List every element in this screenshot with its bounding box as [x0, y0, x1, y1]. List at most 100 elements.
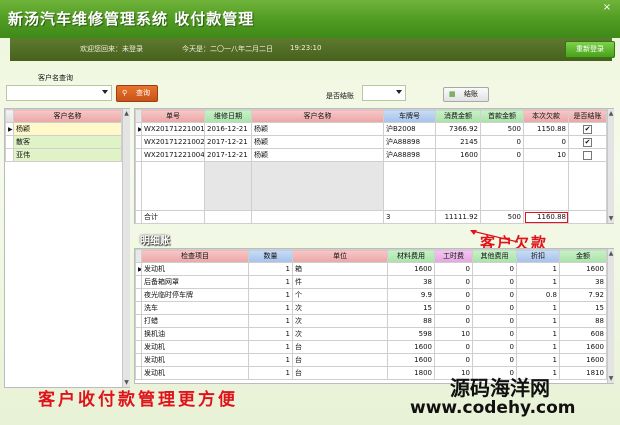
empty-cell [251, 161, 384, 211]
detail-cell: 1 [248, 275, 293, 289]
detail-cell: 0 [434, 262, 473, 276]
table-row[interactable]: WX20171221002 2017-12-21 杨颖 沪A88898 2145… [135, 135, 607, 149]
detail-cell: 1 [248, 327, 293, 341]
list-item[interactable]: 散客 [5, 135, 122, 149]
scroll-up-icon[interactable]: ▲ [123, 109, 130, 118]
detail-cell: 38 [387, 275, 435, 289]
row-gutter [5, 148, 14, 162]
col-header-qty[interactable]: 数量 [248, 249, 293, 263]
col-header-date[interactable]: 维修日期 [204, 109, 252, 123]
checkmark-icon: ✔ [583, 137, 592, 147]
order-plate: 沪B2008 [383, 122, 436, 136]
customer-select[interactable] [6, 85, 112, 101]
empty-cell [141, 161, 205, 211]
list-item[interactable]: ▶ 杨颖 [5, 122, 122, 136]
order-debt: 10 [523, 148, 569, 162]
table-row[interactable]: 夜光临时停车牌 1 个 9.9 0 0 0.8 7.92 [135, 288, 607, 302]
col-header-amount[interactable]: 消费金额 [435, 109, 481, 123]
details-scrollbar[interactable]: ▲ ▼ [607, 249, 614, 383]
table-row[interactable]: 换机油 1 次 598 10 0 1 608 [135, 327, 607, 341]
table-row[interactable]: WX20171221004 2017-12-21 杨颖 沪A88898 1600… [135, 148, 607, 162]
order-date: 2017-12-21 [204, 148, 252, 162]
col-header-settled[interactable]: 是否结账 [568, 109, 607, 123]
detail-cell: 发动机 [141, 353, 249, 367]
time-text: 19:23:10 [290, 44, 322, 52]
order-amount: 1600 [435, 148, 481, 162]
settled-checkbox[interactable]: ✔ [568, 122, 607, 136]
order-debt: 1150.88 [523, 122, 569, 136]
order-date: 2016-12-21 [204, 122, 252, 136]
detail-cell: 次 [292, 301, 388, 315]
order-customer: 杨颖 [251, 122, 384, 136]
detail-cell: 个 [292, 288, 388, 302]
col-header-order-id[interactable]: 单号 [141, 109, 205, 123]
empty-cell [204, 161, 252, 211]
detail-cell: 1 [248, 340, 293, 354]
col-header-unit[interactable]: 单位 [292, 249, 388, 263]
watermark-title: 源码海洋网 [450, 376, 550, 400]
detail-cell: 0.8 [516, 288, 560, 302]
empty-cell [480, 161, 524, 211]
date-text: 今天是：二〇一八年二月二日 [182, 45, 273, 53]
query-button[interactable]: ⚲ 查询 [116, 85, 158, 102]
settled-select[interactable] [362, 85, 406, 101]
table-row[interactable]: 发动机 1 台 1600 0 0 1 1600 [135, 353, 607, 367]
detail-cell: 608 [559, 327, 607, 341]
order-customer: 杨颖 [251, 135, 384, 149]
detail-cell: 1 [516, 353, 560, 367]
detail-cell: 1 [248, 366, 293, 380]
order-id: WX20171221004 [141, 148, 205, 162]
settled-checkbox[interactable] [568, 148, 607, 162]
details-title: 明细账 [140, 236, 170, 247]
order-paid: 0 [480, 135, 524, 149]
table-row[interactable]: 发动机 1 台 1600 0 0 1 1600 [135, 340, 607, 354]
detail-cell: 88 [559, 314, 607, 328]
relogin-button[interactable]: 重新登录 [565, 41, 615, 58]
bottom-annotation: 客户收付款管理更方便 [38, 390, 238, 410]
customer-list: 客户名称 ▶ 杨颖 散客 亚伟 ▲ ▼ [4, 108, 130, 388]
col-header-customer[interactable]: 客户名称 [251, 109, 384, 123]
scroll-up-icon[interactable]: ▲ [608, 109, 614, 118]
table-row[interactable]: 洗车 1 次 15 0 0 1 15 [135, 301, 607, 315]
col-header-plate[interactable]: 车牌号 [383, 109, 436, 123]
customer-list-scrollbar[interactable]: ▲ ▼ [122, 109, 130, 387]
detail-cell: 0 [472, 275, 517, 289]
col-header-debt[interactable]: 本次欠款 [523, 109, 569, 123]
settled-checkbox[interactable]: ✔ [568, 135, 607, 149]
detail-cell: 0 [434, 275, 473, 289]
detail-cell: 1 [248, 288, 293, 302]
detail-cell: 7.92 [559, 288, 607, 302]
close-button[interactable]: × [600, 2, 614, 14]
order-paid: 0 [480, 148, 524, 162]
detail-cell: 台 [292, 353, 388, 367]
detail-cell: 1600 [559, 262, 607, 276]
orders-scrollbar[interactable]: ▲ ▼ [607, 109, 614, 223]
table-row[interactable]: ▶ WX20171221001 2016-12-21 杨颖 沪B2008 736… [135, 122, 607, 136]
detail-cell: 10 [434, 327, 473, 341]
col-header-discount[interactable]: 折扣 [516, 249, 560, 263]
col-header-material[interactable]: 材料费用 [387, 249, 435, 263]
total-row: 合计 3 11111.92 500 1160.88 [135, 210, 607, 224]
settle-button[interactable]: ▦ 结账 [443, 87, 489, 102]
detail-cell: 1 [516, 301, 560, 315]
table-row[interactable]: 打蜡 1 次 88 0 0 1 88 [135, 314, 607, 328]
col-header-other[interactable]: 其他费用 [472, 249, 517, 263]
detail-cell: 15 [387, 301, 435, 315]
customer-name: 散客 [13, 135, 122, 149]
scroll-down-icon[interactable]: ▼ [608, 214, 614, 223]
detail-cell: 夜光临时停车牌 [141, 288, 249, 302]
scroll-down-icon[interactable]: ▼ [608, 374, 614, 383]
col-header-paid[interactable]: 首款金额 [480, 109, 524, 123]
col-header-total[interactable]: 金额 [559, 249, 607, 263]
col-header-labor[interactable]: 工时费 [434, 249, 473, 263]
table-row[interactable]: ▶发动机1箱16000011600 [135, 262, 607, 276]
checkmark-icon [583, 150, 592, 160]
detail-cell: 38 [559, 275, 607, 289]
detail-cell: 0 [472, 353, 517, 367]
detail-cell: 0 [472, 314, 517, 328]
scroll-up-icon[interactable]: ▲ [608, 249, 614, 258]
list-item[interactable]: 亚伟 [5, 148, 122, 162]
table-row[interactable]: 后备箱网罩 1 件 38 0 0 1 38 [135, 275, 607, 289]
col-header-item[interactable]: 检查项目 [141, 249, 249, 263]
detail-cell: 1810 [559, 366, 607, 380]
